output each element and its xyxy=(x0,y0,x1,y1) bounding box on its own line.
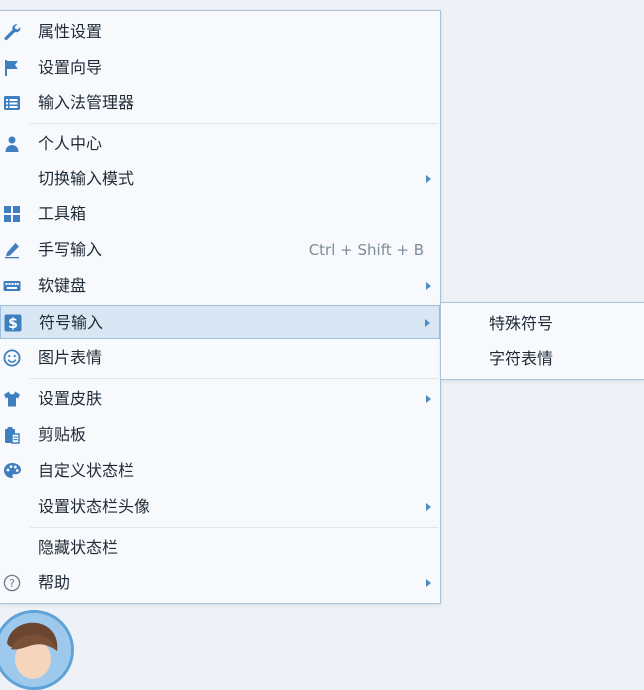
menu-item-switch-input-mode[interactable]: 切换输入模式 xyxy=(0,162,440,196)
menu-separator xyxy=(30,378,438,379)
menu-item-custom-statusbar[interactable]: 自定义状态栏 xyxy=(0,454,440,488)
submenu-arrow-icon xyxy=(426,503,431,511)
menu-item-personal-center[interactable]: 个人中心 xyxy=(0,127,440,161)
menu-item-toolbox[interactable]: 工具箱 xyxy=(0,197,440,231)
menu-item-clipboard[interactable]: 剪贴板 xyxy=(0,418,440,452)
keyboard-icon xyxy=(3,281,21,291)
submenu-arrow-icon xyxy=(426,282,431,290)
pen-icon xyxy=(5,243,19,259)
smiley-icon xyxy=(3,349,21,367)
menu-item-properties[interactable]: 属性设置 xyxy=(0,15,440,49)
context-menu: 属性设置 设置向导 输入法管理器 个人中心 切换输入模式 工具箱 手写输入 Ct… xyxy=(0,10,441,604)
menu-item-label: 手写输入 xyxy=(38,240,103,259)
menu-item-label: 切换输入模式 xyxy=(38,169,135,188)
menu-item-setup-wizard[interactable]: 设置向导 xyxy=(0,51,440,85)
menu-item-label: 图片表情 xyxy=(38,348,103,367)
avatar[interactable] xyxy=(0,610,74,690)
shortcut-text: Ctrl + Shift + B xyxy=(308,241,424,259)
menu-item-label: 帮助 xyxy=(38,573,71,592)
svg-text:$: $ xyxy=(8,316,18,332)
submenu-item-special-symbols[interactable]: 特殊符号 xyxy=(489,307,553,341)
menu-item-label: 设置皮肤 xyxy=(38,389,103,408)
palette-icon xyxy=(4,463,21,478)
submenu-arrow-icon xyxy=(426,175,431,183)
menu-item-label: 剪贴板 xyxy=(38,425,87,444)
menu-item-label: 输入法管理器 xyxy=(38,93,135,112)
submenu-arrow-icon xyxy=(426,579,431,587)
help-icon: ? xyxy=(3,574,21,592)
svg-text:?: ? xyxy=(9,577,15,590)
flag-icon xyxy=(5,60,18,76)
menu-item-label: 个人中心 xyxy=(38,134,103,153)
menu-item-set-skin[interactable]: 设置皮肤 xyxy=(0,382,440,416)
menu-item-hide-statusbar[interactable]: 隐藏状态栏 xyxy=(0,531,440,565)
list-icon xyxy=(4,96,20,110)
menu-item-label: 软键盘 xyxy=(38,276,87,295)
wrench-icon xyxy=(4,24,21,41)
menu-item-label: 隐藏状态栏 xyxy=(38,538,119,557)
symbol-submenu: 特殊符号 字符表情 xyxy=(440,302,644,380)
menu-item-symbol-input[interactable]: $ 符号输入 xyxy=(0,305,440,339)
menu-item-label: 工具箱 xyxy=(38,204,87,223)
menu-item-help[interactable]: ? 帮助 xyxy=(0,566,440,600)
menu-item-label: 设置状态栏头像 xyxy=(38,497,151,516)
menu-item-handwriting[interactable]: 手写输入 Ctrl + Shift + B xyxy=(0,233,440,267)
menu-item-label: 属性设置 xyxy=(38,22,103,41)
submenu-arrow-icon xyxy=(425,319,430,327)
menu-item-label: 自定义状态栏 xyxy=(38,461,135,480)
avatar-image xyxy=(0,613,71,687)
person-icon xyxy=(5,136,19,152)
menu-item-soft-keyboard[interactable]: 软键盘 xyxy=(0,269,440,303)
menu-item-label: 符号输入 xyxy=(39,313,104,332)
menu-separator xyxy=(30,527,438,528)
menu-item-statusbar-avatar[interactable]: 设置状态栏头像 xyxy=(0,490,440,524)
grid-icon xyxy=(4,206,20,222)
shirt-icon xyxy=(4,391,20,407)
menu-item-label: 设置向导 xyxy=(38,58,103,77)
dollar-icon: $ xyxy=(4,314,22,332)
clipboard-icon xyxy=(5,427,20,444)
menu-separator xyxy=(30,123,438,124)
menu-item-image-emoji[interactable]: 图片表情 xyxy=(0,341,440,375)
submenu-arrow-icon xyxy=(426,395,431,403)
submenu-item-text-emoticons[interactable]: 字符表情 xyxy=(489,342,553,376)
menu-item-ime-manager[interactable]: 输入法管理器 xyxy=(0,86,440,120)
